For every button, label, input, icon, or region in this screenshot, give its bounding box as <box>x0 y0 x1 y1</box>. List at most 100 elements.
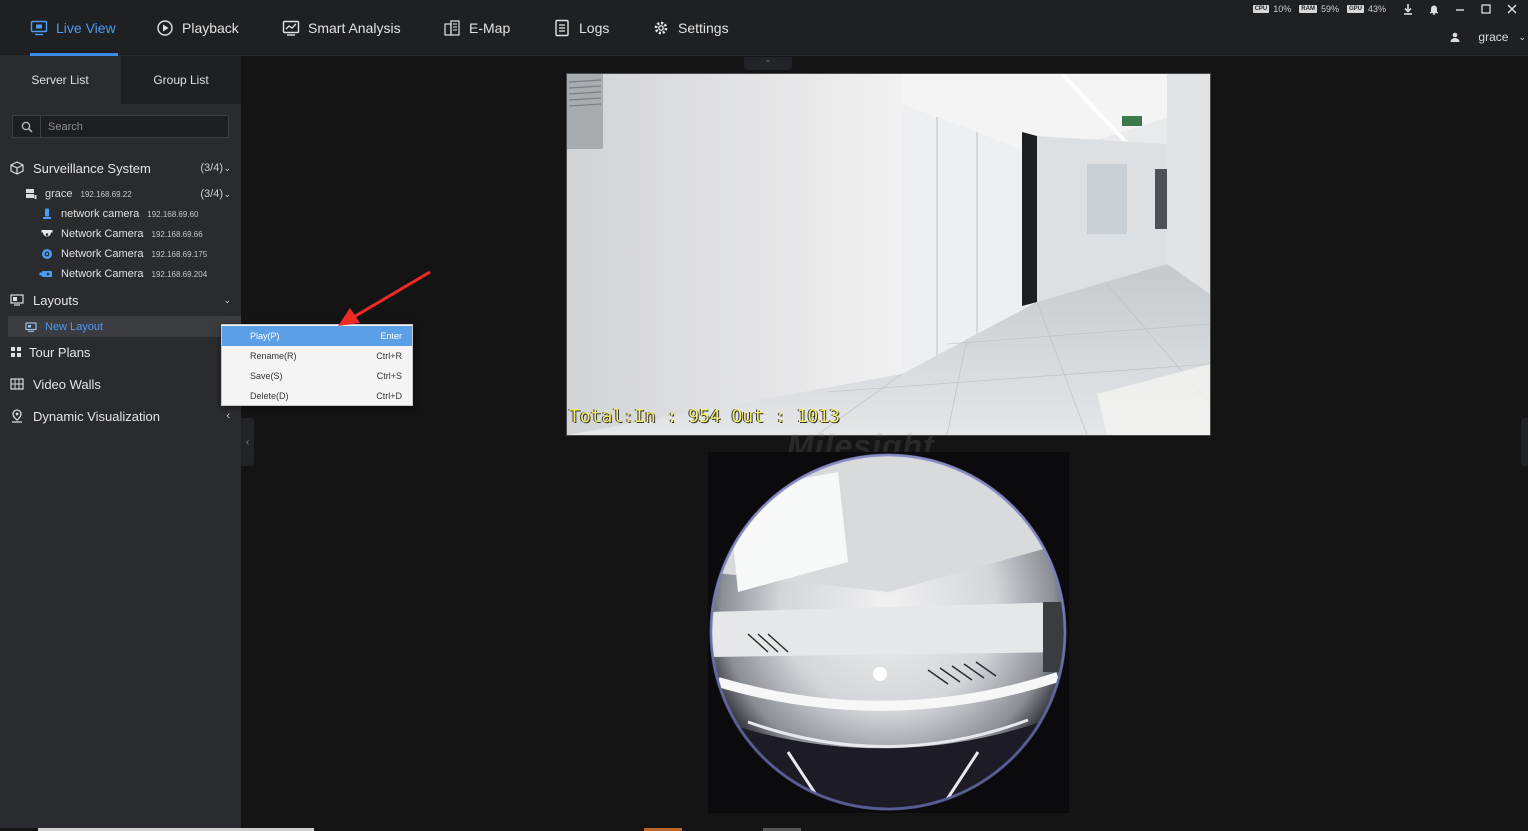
tree-camera[interactable]: Network Camera 192.168.69.66 <box>0 224 241 244</box>
sidebar: Server List Group List Surveillance Syst… <box>0 56 241 831</box>
tab-smart-analysis[interactable]: Smart Analysis <box>282 0 401 56</box>
menu-item-label: Rename(R) <box>250 351 297 361</box>
tree-dynamic-visualization[interactable]: Dynamic Visualization ‹ <box>0 404 241 428</box>
video-tile-fisheye[interactable] <box>708 452 1069 813</box>
search-input[interactable] <box>41 116 228 137</box>
tab-label: Live View <box>56 20 116 36</box>
layout-label: New Layout <box>45 320 104 333</box>
playback-icon <box>157 20 173 36</box>
fisheye-camera-icon <box>41 248 53 260</box>
camera-ip: 192.168.69.204 <box>151 270 208 279</box>
tour-plans-icon <box>10 346 22 358</box>
server-name: grace <box>45 188 73 200</box>
sidebar-tabs: Server List Group List <box>0 56 241 104</box>
sidebar-collapse-handle[interactable]: ‹ <box>241 418 254 466</box>
tree-camera[interactable]: network camera 192.168.69.60 <box>0 204 241 224</box>
layout-context-menu: Play(P) Enter Rename(R) Ctrl+R Save(S) C… <box>221 324 413 406</box>
top-collapse-handle[interactable]: ⌃ <box>744 57 792 70</box>
tab-label: Smart Analysis <box>308 20 401 36</box>
user-icon <box>1450 32 1460 42</box>
tab-settings[interactable]: Settings <box>652 0 729 56</box>
camera-name: Network Camera <box>61 228 144 240</box>
logs-icon <box>555 19 569 37</box>
layout-item-new-layout[interactable]: New Layout <box>8 316 241 337</box>
cpu-chip-icon: CPU <box>1252 5 1270 13</box>
cpu-usage: 10% <box>1273 4 1292 14</box>
chevron-down-icon: ⌄ <box>1518 31 1526 42</box>
tab-label: Playback <box>182 20 239 36</box>
layouts-icon <box>10 294 24 306</box>
location-pin-icon <box>10 409 24 423</box>
tab-label: Settings <box>678 20 729 36</box>
tab-group-list[interactable]: Group List <box>121 56 241 104</box>
server-ip: 192.168.69.22 <box>80 190 132 199</box>
app-window: Live View Playback Smart Analysis E-Map … <box>0 0 1528 831</box>
search-box <box>12 115 229 138</box>
video-tile-corridor[interactable]: Total:In : 954 Out : 1013 <box>566 73 1211 436</box>
menu-item-delete[interactable]: Delete(D) Ctrl+D <box>222 386 412 406</box>
bell-icon[interactable] <box>1426 2 1442 16</box>
tree-label: Surveillance System <box>33 160 151 176</box>
tree-camera[interactable]: Network Camera 192.168.69.204 <box>0 264 241 284</box>
tab-server-list[interactable]: Server List <box>0 56 120 104</box>
tree-server-grace[interactable]: grace 192.168.69.22 (3/4) ⌄ <box>0 184 241 204</box>
video-wall-icon <box>10 378 24 390</box>
gear-icon <box>654 21 668 35</box>
user-name: grace <box>1478 30 1509 44</box>
search-icon <box>13 116 41 137</box>
tree-video-walls[interactable]: Video Walls <box>0 372 241 396</box>
menu-item-shortcut: Ctrl+R <box>376 351 402 361</box>
camera-ip: 192.168.69.175 <box>151 250 208 259</box>
ram-chip-icon: RAM <box>1299 5 1317 13</box>
gpu-chip-icon: GPU <box>1346 5 1364 13</box>
box-camera-icon <box>39 269 55 279</box>
menu-item-save[interactable]: Save(S) Ctrl+S <box>222 366 412 386</box>
tab-label: Logs <box>579 20 610 36</box>
bullet-camera-icon <box>42 208 52 220</box>
camera-name: Network Camera <box>61 248 144 260</box>
tab-live-view[interactable]: Live View <box>30 0 118 56</box>
monitor-icon <box>30 20 48 36</box>
analysis-icon <box>282 20 300 36</box>
gpu-usage: 43% <box>1367 4 1386 14</box>
user-menu[interactable]: grace ⌄ <box>1450 28 1526 46</box>
tree-label: Layouts <box>33 292 79 308</box>
chevron-down-icon: ⌄ <box>223 188 231 199</box>
camera-ip: 192.168.69.60 <box>147 210 199 219</box>
menu-item-label: Delete(D) <box>250 391 289 401</box>
top-navigation-bar: Live View Playback Smart Analysis E-Map … <box>0 0 1528 56</box>
camera-name: network camera <box>61 208 140 220</box>
online-count: (3/4) <box>200 188 223 200</box>
map-icon <box>444 20 460 36</box>
tree-layouts[interactable]: Layouts ⌄ <box>0 288 241 312</box>
tree-camera[interactable]: Network Camera 192.168.69.175 <box>0 244 241 264</box>
menu-item-rename[interactable]: Rename(R) Ctrl+R <box>222 346 412 366</box>
maximize-icon[interactable] <box>1478 2 1494 16</box>
tree-surveillance-system[interactable]: Surveillance System (3/4) ⌄ <box>0 156 241 180</box>
tab-e-map[interactable]: E-Map <box>443 0 510 56</box>
chevron-left-icon: ‹ <box>245 436 250 448</box>
tree-label: Video Walls <box>33 376 101 392</box>
people-count-overlay: Total:In : 954 Out : 1013 <box>569 406 840 427</box>
menu-item-label: Play(P) <box>250 331 280 341</box>
camera-name: Network Camera <box>61 268 144 280</box>
system-status: CPU 10% RAM 59% GPU 43% <box>1252 2 1520 16</box>
right-panel-handle[interactable] <box>1521 418 1528 466</box>
tab-logs[interactable]: Logs <box>553 0 609 56</box>
layout-icon <box>25 321 37 332</box>
dome-camera-icon <box>41 229 53 239</box>
tree-label: Tour Plans <box>29 344 91 360</box>
tree-tour-plans[interactable]: Tour Plans <box>0 340 241 364</box>
cube-icon <box>10 161 24 175</box>
download-icon[interactable] <box>1400 2 1416 16</box>
server-icon <box>25 188 37 200</box>
menu-item-shortcut: Ctrl+S <box>376 371 402 381</box>
minimize-icon[interactable] <box>1452 2 1468 16</box>
menu-item-shortcut: Enter <box>380 331 402 341</box>
close-icon[interactable] <box>1504 2 1520 16</box>
online-count: (3/4) <box>200 162 223 174</box>
fisheye-video-frame <box>708 452 1069 813</box>
tab-playback[interactable]: Playback <box>156 0 239 56</box>
camera-ip: 192.168.69.66 <box>151 230 203 239</box>
annotation-arrow <box>338 270 431 326</box>
